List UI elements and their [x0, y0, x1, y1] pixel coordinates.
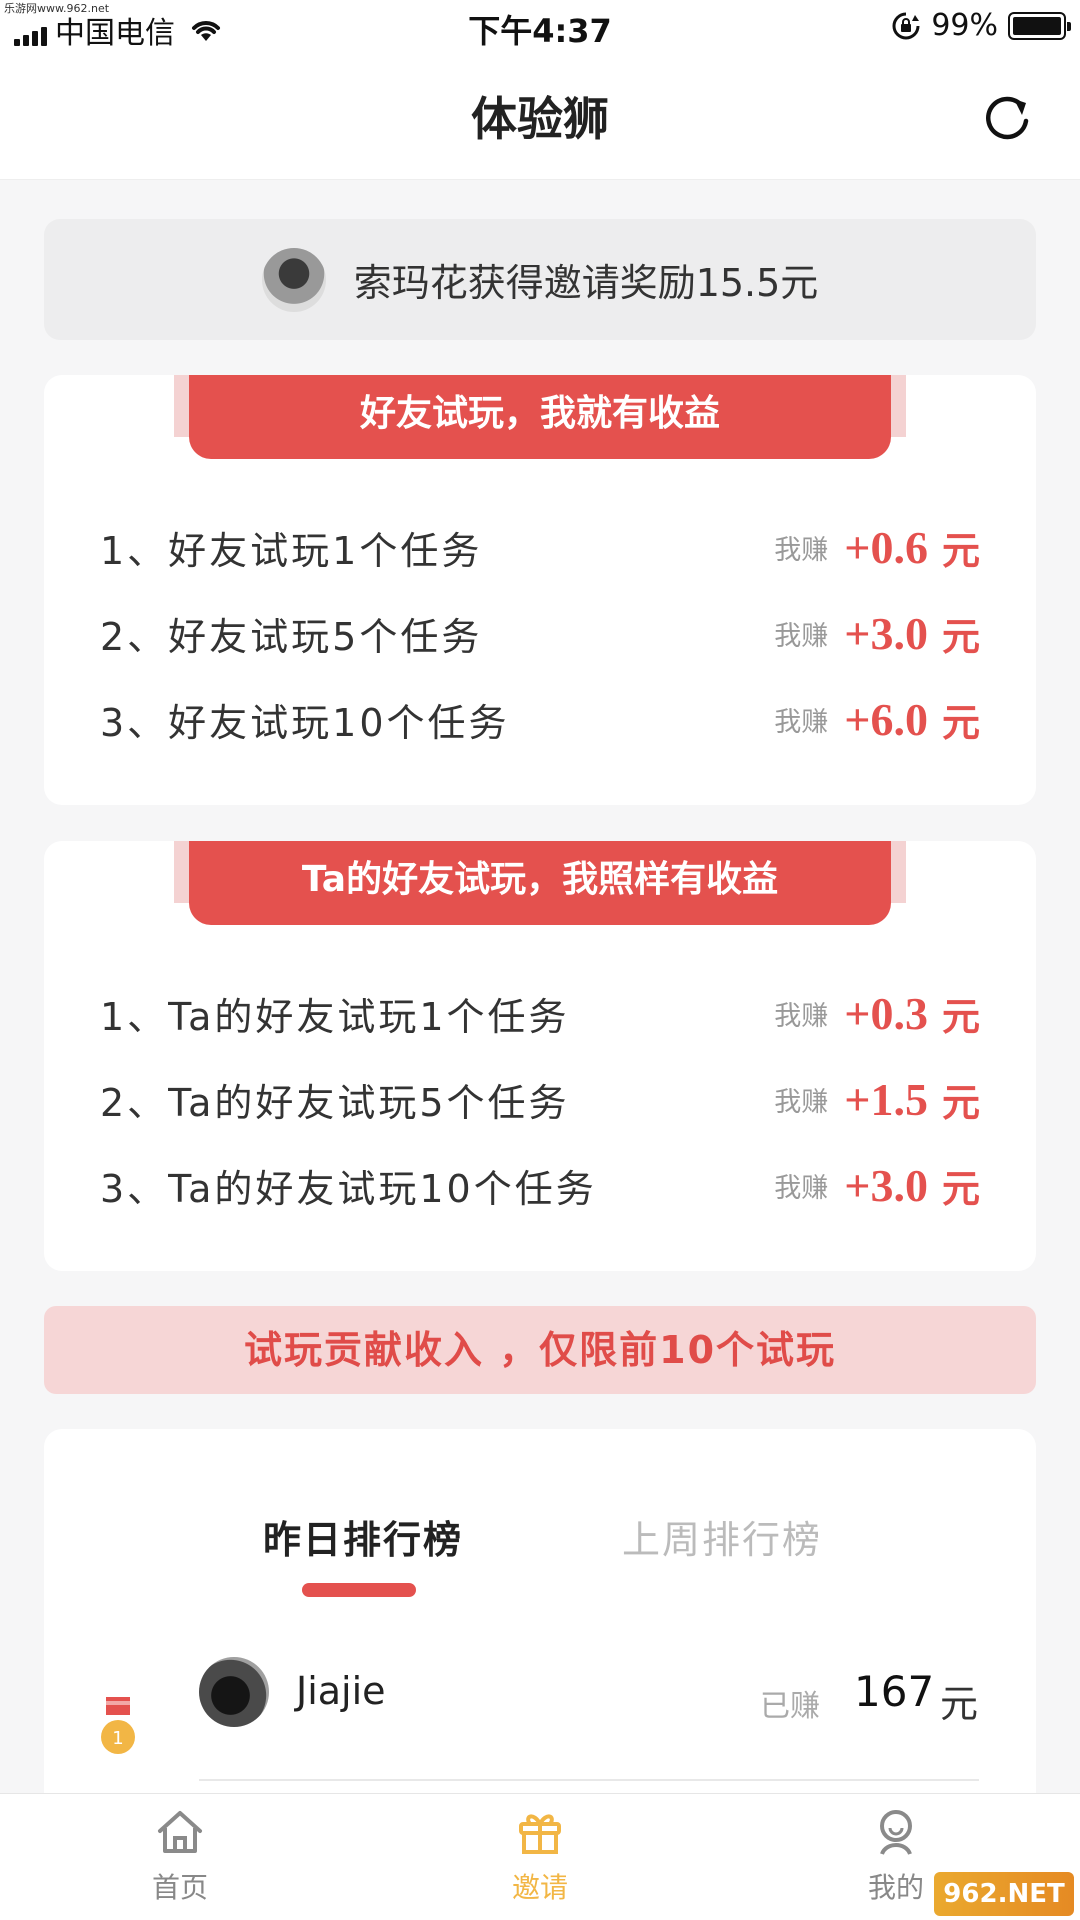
home-icon — [158, 1811, 202, 1853]
trial-limit-notice: 试玩贡献收入 ，仅限前10个试玩 — [44, 1306, 1036, 1394]
reward-row: 3、Ta的好友试玩10个任务 我赚 +3.0 元 — [100, 1155, 980, 1215]
reward-row: 2、好友试玩5个任务 我赚 +3.0 元 — [100, 603, 980, 663]
reward-row: 1、好友试玩1个任务 我赚 +0.6 元 — [100, 517, 980, 577]
reward-unit: 元 — [941, 702, 980, 745]
gold-medal-icon: 1 — [101, 1697, 135, 1754]
friend-reward-card: 好友试玩，我就有收益 1、好友试玩1个任务 我赚 +0.6 元 2、好友试玩5个… — [44, 375, 1036, 805]
reward-label: 我赚 — [774, 620, 829, 652]
ticker-text: 索玛花获得邀请奖励15.5元 — [353, 261, 819, 305]
earned-label: 已赚 — [760, 1689, 820, 1724]
tab-active-indicator — [302, 1583, 416, 1597]
battery-icon — [1008, 11, 1071, 40]
reward-row: 3、好友试玩10个任务 我赚 +6.0 元 — [100, 689, 980, 749]
avatar — [199, 1657, 269, 1727]
site-watermark-logo: 962.NET — [934, 1872, 1074, 1916]
tab-invite[interactable]: 邀请 — [460, 1804, 620, 1906]
reward-row: 2、Ta的好友试玩5个任务 我赚 +1.5 元 — [100, 1069, 980, 1129]
page-title: 体验狮 — [471, 92, 609, 146]
reward-description: 2、Ta的好友试玩5个任务 — [100, 1080, 570, 1125]
avatar — [261, 247, 326, 312]
reward-amount: +1.5 — [844, 1073, 928, 1125]
earned-unit: 元 — [940, 1682, 979, 1726]
reward-label: 我赚 — [774, 1086, 829, 1118]
profile-icon — [880, 1810, 912, 1855]
reward-description: 3、Ta的好友试玩10个任务 — [100, 1166, 597, 1211]
user-name: Jiajie — [296, 1669, 386, 1713]
reward-description: 1、好友试玩1个任务 — [100, 528, 483, 573]
tab-home[interactable]: 首页 — [100, 1804, 260, 1906]
gift-icon — [519, 1814, 561, 1854]
reward-unit: 元 — [941, 1082, 980, 1125]
nav-bar: 体验狮 — [0, 55, 1080, 180]
leaderboard-row[interactable]: 1 Jiajie 已赚 167 元 — [44, 1651, 1036, 1783]
reward-label: 我赚 — [774, 1000, 829, 1032]
refresh-icon[interactable] — [978, 89, 1036, 147]
card-tab-header: 好友试玩，我就有收益 — [189, 375, 891, 459]
reward-amount: +3.0 — [844, 1159, 928, 1211]
status-bar: 乐游网www.962.net 中国电信 下午4:37 99% — [0, 0, 1080, 55]
reward-unit: 元 — [941, 996, 980, 1039]
friend-of-friend-reward-card: Ta的好友试玩，我照样有收益 1、Ta的好友试玩1个任务 我赚 +0.3 元 2… — [44, 841, 1036, 1271]
reward-unit: 元 — [941, 1168, 980, 1211]
tab-last-week-ranking[interactable]: 上周排行榜 — [622, 1509, 822, 1564]
reward-unit: 元 — [941, 530, 980, 573]
rotation-lock-icon — [892, 12, 920, 39]
reward-amount: +6.0 — [844, 693, 928, 745]
reward-row: 1、Ta的好友试玩1个任务 我赚 +0.3 元 — [100, 983, 980, 1043]
reward-label: 我赚 — [774, 534, 829, 566]
reward-label: 我赚 — [774, 1172, 829, 1204]
reward-unit: 元 — [941, 616, 980, 659]
battery-percent: 99% — [931, 8, 998, 43]
invite-ticker: 索玛花获得邀请奖励15.5元 — [44, 219, 1036, 340]
reward-amount: +3.0 — [844, 607, 928, 659]
reward-description: 3、好友试玩10个任务 — [100, 700, 510, 745]
tab-yesterday-ranking[interactable]: 昨日排行榜 — [263, 1509, 463, 1564]
svg-text:1: 1 — [112, 1728, 123, 1749]
reward-description: 2、好友试玩5个任务 — [100, 614, 483, 659]
tab-label: 邀请 — [511, 1871, 568, 1904]
reward-description: 1、Ta的好友试玩1个任务 — [100, 994, 570, 1039]
card-tab-header: Ta的好友试玩，我照样有收益 — [189, 841, 891, 925]
reward-amount: +0.6 — [844, 521, 928, 573]
divider — [199, 1779, 979, 1781]
reward-amount: +0.3 — [844, 987, 928, 1039]
tab-label: 首页 — [151, 1871, 208, 1904]
bottom-tab-bar: 首页 邀请 我的 962.NET — [0, 1793, 1080, 1920]
earned-amount: 167 — [854, 1667, 935, 1716]
reward-label: 我赚 — [774, 706, 829, 738]
